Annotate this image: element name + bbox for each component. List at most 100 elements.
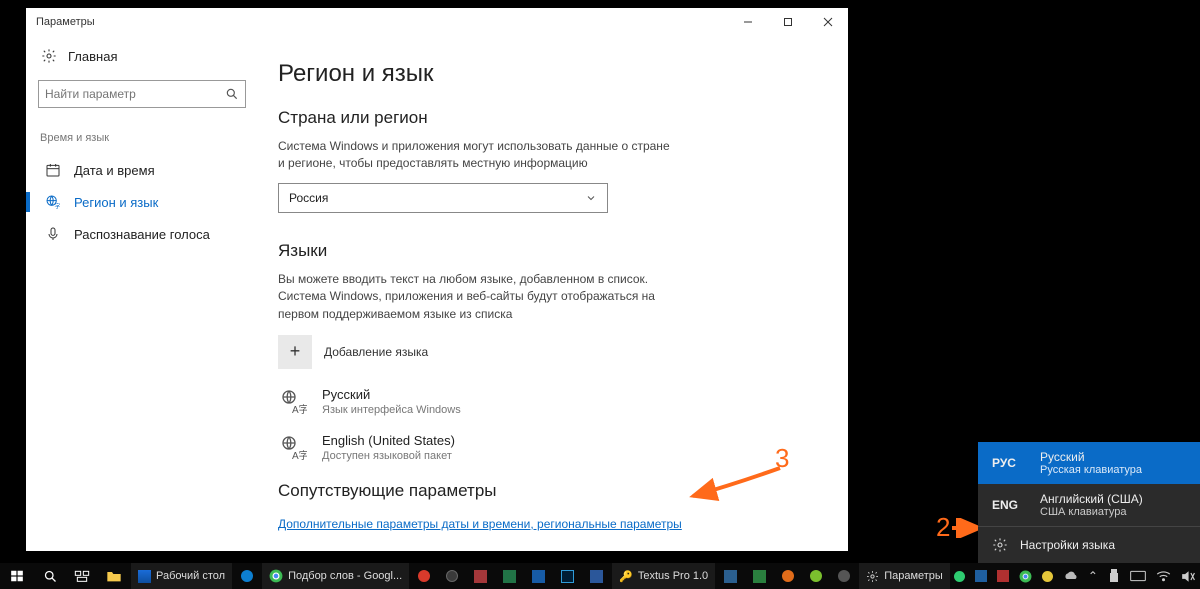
tray-onedrive-icon[interactable] xyxy=(1059,563,1082,589)
region-dropdown[interactable]: Россия xyxy=(278,183,608,213)
flyout-code: РУС xyxy=(992,456,1026,470)
language-glyph-icon: A字 xyxy=(278,387,308,417)
lang-heading: Языки xyxy=(278,241,820,261)
lang-desc: Вы можете вводить текст на любом языке, … xyxy=(278,271,678,323)
opera-icon[interactable] xyxy=(411,563,437,589)
tray-icon[interactable] xyxy=(993,563,1013,589)
app-icon[interactable] xyxy=(775,563,801,589)
start-button[interactable] xyxy=(0,563,34,589)
page-heading: Регион и язык xyxy=(278,60,820,88)
flyout-item-russian[interactable]: РУС Русский Русская клавиатура xyxy=(978,442,1200,484)
window-controls xyxy=(728,8,848,36)
photoshop-icon[interactable] xyxy=(554,563,581,589)
language-glyph-icon: A字 xyxy=(278,433,308,463)
tray-icon[interactable] xyxy=(1015,563,1036,589)
taskbar-label: Textus Pro 1.0 xyxy=(638,570,708,582)
taskbar-label: Параметры xyxy=(884,570,943,582)
edge-icon[interactable] xyxy=(234,563,260,589)
tray-icon[interactable] xyxy=(971,563,991,589)
tray-volume-icon[interactable] xyxy=(1177,563,1199,589)
sidebar-item-datetime[interactable]: Дата и время xyxy=(38,154,246,186)
flyout-lang-name: Русский xyxy=(1040,450,1142,464)
taskbar-label: Рабочий стол xyxy=(156,570,225,582)
language-name: Русский xyxy=(322,387,461,402)
flyout-language-settings[interactable]: Настройки языка xyxy=(978,527,1200,563)
sidebar-group-label: Время и язык xyxy=(40,132,246,144)
flyout-lang-name: Английский (США) xyxy=(1040,492,1143,506)
taskbar-item-settings[interactable]: Параметры xyxy=(859,563,950,589)
tray-wifi-icon[interactable] xyxy=(1152,563,1175,589)
close-button[interactable] xyxy=(808,8,848,36)
language-sub: Язык интерфейса Windows xyxy=(322,404,461,416)
home-link[interactable]: Главная xyxy=(38,44,246,68)
taskbar-item-desktop[interactable]: Рабочий стол xyxy=(131,563,232,589)
gear-icon xyxy=(866,570,879,583)
app-icon[interactable] xyxy=(831,563,857,589)
flyout-settings-label: Настройки языка xyxy=(1020,538,1115,552)
tray-icon[interactable]: ⌃ xyxy=(1084,563,1102,589)
taskbar-label: Подбор слов - Googl... xyxy=(288,570,402,582)
sidebar-item-label: Дата и время xyxy=(74,163,155,178)
search-icon[interactable] xyxy=(36,563,65,589)
minimize-button[interactable] xyxy=(728,8,768,36)
related-settings-link[interactable]: Дополнительные параметры даты и времени,… xyxy=(278,517,682,531)
app-icon[interactable] xyxy=(746,563,773,589)
svg-text:A字: A字 xyxy=(292,403,307,416)
arrow-3 xyxy=(685,462,785,502)
language-row-russian[interactable]: A字 Русский Язык интерфейса Windows xyxy=(278,387,820,417)
app-icon[interactable] xyxy=(525,563,552,589)
gear-icon xyxy=(40,48,58,64)
calendar-icon xyxy=(44,162,62,178)
sidebar-item-label: Распознавание голоса xyxy=(74,227,210,242)
app-icon[interactable] xyxy=(803,563,829,589)
flyout-lang-sub: США клавиатура xyxy=(1040,506,1143,518)
file-explorer-icon[interactable] xyxy=(99,563,129,589)
maximize-button[interactable] xyxy=(768,8,808,36)
add-language-label: Добавление языка xyxy=(324,345,428,359)
language-sub: Доступен языковой пакет xyxy=(322,450,455,462)
region-heading: Страна или регион xyxy=(278,108,820,128)
language-name: English (United States) xyxy=(322,433,455,448)
edge-icon-dot xyxy=(241,570,253,582)
window-title: Параметры xyxy=(36,16,95,28)
excel-icon[interactable] xyxy=(496,563,523,589)
search-box[interactable] xyxy=(38,80,246,108)
sidebar-item-region[interactable]: 字 Регион и язык xyxy=(38,186,246,218)
tray-icon[interactable] xyxy=(950,563,969,589)
flyout-code: ENG xyxy=(992,498,1026,512)
taskbar-item-textus[interactable]: 🔑 Textus Pro 1.0 xyxy=(612,563,715,589)
microphone-icon xyxy=(44,226,62,242)
app-icon[interactable] xyxy=(717,563,744,589)
add-language-button[interactable]: + Добавление языка xyxy=(278,335,820,369)
access-icon[interactable] xyxy=(467,563,494,589)
plus-icon: + xyxy=(278,335,312,369)
chevron-down-icon xyxy=(585,192,597,204)
chrome-icon xyxy=(269,569,283,583)
titlebar: Параметры xyxy=(26,8,848,36)
desktop-icon xyxy=(138,570,151,583)
annotation-2: 2 xyxy=(936,512,950,543)
tray-usb-icon[interactable] xyxy=(1104,563,1124,589)
word-icon[interactable] xyxy=(583,563,610,589)
globe-lang-icon: 字 xyxy=(44,194,62,210)
home-label: Главная xyxy=(68,49,117,64)
sidebar-item-speech[interactable]: Распознавание голоса xyxy=(38,218,246,250)
language-row-english[interactable]: A字 English (United States) Доступен язык… xyxy=(278,433,820,463)
taskbar: Рабочий стол Подбор слов - Googl... 🔑 Te… xyxy=(0,563,1200,589)
sidebar-item-label: Регион и язык xyxy=(74,195,158,210)
search-input[interactable] xyxy=(45,87,225,101)
gear-icon xyxy=(992,537,1008,553)
tray-icon[interactable] xyxy=(1038,563,1057,589)
taskbar-item-chrome[interactable]: Подбор слов - Googl... xyxy=(262,563,409,589)
app-icon[interactable] xyxy=(439,563,465,589)
language-flyout: РУС Русский Русская клавиатура ENG Англи… xyxy=(978,442,1200,563)
region-value: Россия xyxy=(289,191,328,205)
search-icon xyxy=(225,87,239,101)
flyout-item-english[interactable]: ENG Английский (США) США клавиатура xyxy=(978,484,1200,526)
sidebar: Главная Время и язык Дата и время 字 Рег xyxy=(26,36,258,551)
system-tray: ⌃ РУС 15:28 xyxy=(950,563,1200,589)
tray-keyboard-icon[interactable] xyxy=(1126,563,1150,589)
task-view-icon[interactable] xyxy=(67,563,97,589)
flyout-lang-sub: Русская клавиатура xyxy=(1040,464,1142,476)
svg-text:A字: A字 xyxy=(292,449,307,462)
